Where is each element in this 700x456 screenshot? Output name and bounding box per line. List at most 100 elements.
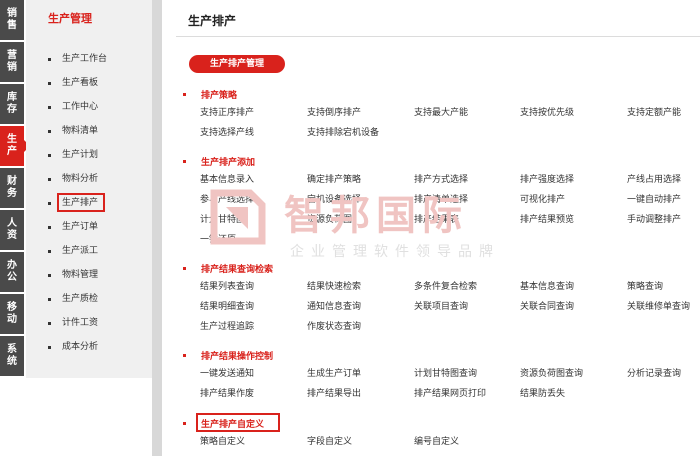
bullet-icon [48, 274, 51, 277]
sidebar-item-dispatch[interactable]: 生产派工 [48, 243, 98, 259]
bullet-icon [48, 346, 51, 349]
sidebar-item-label: 生产派工 [62, 246, 99, 256]
feature-link[interactable]: 支持正序排产 [200, 107, 254, 119]
feature-link[interactable]: 字段自定义 [307, 436, 352, 448]
bullet-icon [48, 226, 51, 229]
tab-label: 财务 [7, 176, 17, 199]
feature-link[interactable]: 生产过程追踪 [200, 321, 254, 333]
sidebar-item-label: 计件工资 [62, 318, 99, 328]
feature-link[interactable]: 策略自定义 [200, 436, 245, 448]
section-heading: 排产策略 [183, 88, 237, 101]
feature-link[interactable]: 结果快速检索 [307, 281, 361, 293]
feature-link[interactable]: 关联维修单查询 [627, 301, 690, 313]
sidebar-item-scheduling[interactable]: 生产排产 [48, 193, 105, 212]
feature-link[interactable]: 资源负荷图 [307, 214, 352, 226]
tab-production[interactable]: 生产 [0, 126, 30, 166]
feature-link[interactable]: 排产方式选择 [414, 174, 468, 186]
feature-link[interactable]: 编号自定义 [414, 436, 459, 448]
section-heading: 排产结果操作控制 [183, 349, 273, 362]
feature-link[interactable]: 关联合同查询 [520, 301, 574, 313]
bullet-icon [48, 130, 51, 133]
feature-link[interactable]: 结果明细查询 [200, 301, 254, 313]
feature-link[interactable]: 一键自动排产 [627, 194, 681, 206]
sidebar-item-material-analysis[interactable]: 物料分析 [48, 171, 98, 187]
feature-link[interactable]: 支持定额产能 [627, 107, 681, 119]
feature-link[interactable]: 一键发送通知 [200, 368, 254, 380]
feature-link[interactable]: 参与产线选择 [200, 194, 254, 206]
sidebar-item-bom[interactable]: 物料清单 [48, 123, 98, 139]
bullet-icon [183, 160, 186, 163]
feature-link[interactable]: 分析记录查询 [627, 368, 681, 380]
feature-link[interactable]: 手动调整排产 [627, 214, 681, 226]
feature-link[interactable]: 排产结果网页打印 [414, 388, 486, 400]
feature-link[interactable]: 排产清单选择 [414, 194, 468, 206]
sidebar-item-kanban[interactable]: 生产看板 [48, 75, 98, 91]
section-pill-button[interactable]: 生产排产管理 [189, 55, 285, 73]
sidebar-item-label: 生产订单 [62, 222, 99, 232]
feature-link[interactable]: 资源负荷图查询 [520, 368, 583, 380]
selection-frame [57, 193, 105, 212]
feature-link[interactable]: 关联项目查询 [414, 301, 468, 313]
sidebar-item-workbench[interactable]: 生产工作台 [48, 51, 107, 67]
tab-label: 移动 [7, 302, 17, 325]
panel-divider [152, 0, 162, 456]
tab-system[interactable]: 系统 [0, 336, 24, 376]
feature-link[interactable]: 作废状态查询 [307, 321, 361, 333]
sidebar-blank [26, 378, 152, 456]
feature-link[interactable]: 生成生产订单 [307, 368, 361, 380]
feature-link[interactable]: 确定排产策略 [307, 174, 361, 186]
tab-mobile[interactable]: 移动 [0, 294, 24, 334]
feature-link[interactable]: 计划甘特图 [200, 214, 245, 226]
main-panel: 生产排产 生产排产管理 排产策略 支持正序排产 支持倒序排产 支持最大产能 支持… [162, 0, 700, 456]
bullet-icon [183, 422, 186, 425]
sidebar-item-plan[interactable]: 生产计划 [48, 147, 98, 163]
sidebar-item-label: 物料管理 [62, 270, 99, 280]
feature-link[interactable]: 结果列表查询 [200, 281, 254, 293]
tab-sales[interactable]: 销售 [0, 0, 24, 40]
feature-link[interactable]: 计划甘特图查询 [414, 368, 477, 380]
bullet-icon [48, 178, 51, 181]
tab-hr[interactable]: 人资 [0, 210, 24, 250]
feature-link[interactable]: 结果防丢失 [520, 388, 565, 400]
feature-link[interactable]: 多条件复合检索 [414, 281, 477, 293]
feature-link[interactable]: 支持排除宕机设备 [307, 127, 379, 139]
feature-link[interactable]: 一键还原 [200, 234, 236, 246]
feature-link[interactable]: 支持按优先级 [520, 107, 574, 119]
feature-link[interactable]: 排产结果预览 [520, 214, 574, 226]
feature-link[interactable]: 产线占用选择 [627, 174, 681, 186]
feature-link[interactable]: 基本信息录入 [200, 174, 254, 186]
tab-office[interactable]: 办公 [0, 252, 24, 292]
bullet-icon [48, 250, 51, 253]
sidebar-item-cost-analysis[interactable]: 成本分析 [48, 339, 98, 355]
tab-finance[interactable]: 财务 [0, 168, 24, 208]
feature-link[interactable]: 排产强度选择 [520, 174, 574, 186]
bullet-icon [48, 298, 51, 301]
feature-link[interactable]: 可视化排产 [520, 194, 565, 206]
feature-link[interactable]: 排产结果作废 [200, 388, 254, 400]
bullet-icon [48, 106, 51, 109]
sidebar-item-work-center[interactable]: 工作中心 [48, 99, 98, 115]
feature-link[interactable]: 策略查询 [627, 281, 663, 293]
feature-link[interactable]: 基本信息查询 [520, 281, 574, 293]
tab-label: 人资 [7, 218, 17, 241]
sidebar-item-materials[interactable]: 物料管理 [48, 267, 98, 283]
feature-link[interactable]: 支持倒序排产 [307, 107, 361, 119]
feature-link[interactable]: 支持选择产线 [200, 127, 254, 139]
feature-link[interactable]: 通知信息查询 [307, 301, 361, 313]
feature-link[interactable]: 支持最大产能 [414, 107, 468, 119]
highlight-frame [196, 413, 280, 432]
sidebar-item-orders[interactable]: 生产订单 [48, 219, 98, 235]
bullet-icon [48, 154, 51, 157]
tab-inventory[interactable]: 库存 [0, 84, 24, 124]
tab-marketing[interactable]: 营销 [0, 42, 24, 82]
sidebar-item-piece-wage[interactable]: 计件工资 [48, 315, 98, 331]
feature-link[interactable]: 排产结果表 [414, 214, 459, 226]
sidebar-item-qc[interactable]: 生产质检 [48, 291, 98, 307]
section-heading: 生产排产自定义 [183, 413, 280, 432]
module-tab-strip: 销售 营销 库存 生产 财务 人资 办公 移动 系统 [0, 0, 30, 456]
section-heading: 排产结果查询检索 [183, 262, 273, 275]
feature-link[interactable]: 排产结果导出 [307, 388, 361, 400]
tab-label: 营销 [7, 50, 17, 73]
tab-label: 办公 [7, 260, 17, 283]
feature-link[interactable]: 宕机设备选择 [307, 194, 361, 206]
